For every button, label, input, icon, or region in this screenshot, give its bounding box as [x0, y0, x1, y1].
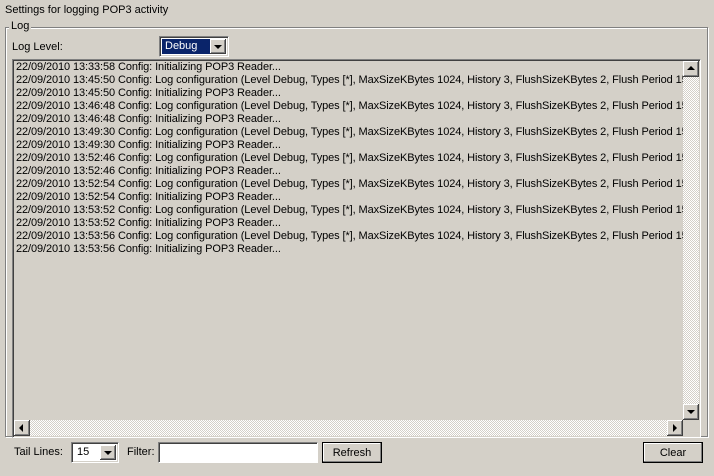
clear-button[interactable]: Clear	[643, 442, 703, 463]
arrow-up-icon	[687, 66, 695, 70]
tail-lines-dropdown[interactable]: 15	[71, 442, 119, 463]
arrow-left-icon	[19, 424, 23, 432]
filter-input[interactable]	[158, 442, 318, 463]
tail-lines-value: 15	[77, 446, 90, 458]
log-line: 22/09/2010 13:53:52 Config: Log configur…	[16, 204, 683, 216]
log-line: 22/09/2010 13:53:56 Config: Initializing…	[16, 243, 281, 255]
horizontal-scrollbar[interactable]	[14, 420, 683, 436]
log-lines: 22/09/2010 13:33:58 Config: Initializing…	[16, 61, 683, 256]
log-level-value: Debug	[162, 39, 210, 54]
tail-lines-dropdown-button[interactable]	[100, 445, 116, 460]
log-line: 22/09/2010 13:33:58 Config: Initializing…	[16, 61, 281, 73]
log-group-legend: Log	[9, 20, 32, 32]
log-line: 22/09/2010 13:52:54 Config: Initializing…	[16, 191, 281, 203]
log-level-dropdown-button[interactable]	[210, 39, 226, 54]
scroll-up-button[interactable]	[683, 61, 699, 77]
log-line: 22/09/2010 13:53:56 Config: Log configur…	[16, 230, 683, 242]
vertical-scrollbar[interactable]	[683, 61, 699, 420]
chevron-down-icon	[214, 45, 222, 49]
log-level-label: Log Level:	[12, 41, 63, 53]
log-line: 22/09/2010 13:52:46 Config: Log configur…	[16, 152, 683, 164]
scrollbar-corner	[683, 420, 699, 436]
scroll-left-button[interactable]	[14, 420, 30, 436]
scroll-right-button[interactable]	[667, 420, 683, 436]
chevron-down-icon	[104, 451, 112, 455]
log-line: 22/09/2010 13:45:50 Config: Log configur…	[16, 74, 683, 86]
arrow-right-icon	[673, 424, 677, 432]
log-line: 22/09/2010 13:52:46 Config: Initializing…	[16, 165, 281, 177]
refresh-button[interactable]: Refresh	[322, 442, 382, 463]
filter-label: Filter:	[127, 446, 155, 458]
log-line: 22/09/2010 13:49:30 Config: Initializing…	[16, 139, 281, 151]
log-level-dropdown[interactable]: Debug	[159, 36, 229, 57]
scroll-down-button[interactable]	[683, 404, 699, 420]
log-line: 22/09/2010 13:53:52 Config: Initializing…	[16, 217, 281, 229]
pop3-logging-settings: Settings for logging POP3 activity Log L…	[0, 0, 714, 476]
log-line: 22/09/2010 13:52:54 Config: Log configur…	[16, 178, 683, 190]
arrow-down-icon	[687, 410, 695, 414]
log-line: 22/09/2010 13:49:30 Config: Log configur…	[16, 126, 683, 138]
log-line: 22/09/2010 13:46:48 Config: Initializing…	[16, 113, 281, 125]
log-output[interactable]: 22/09/2010 13:33:58 Config: Initializing…	[12, 59, 701, 438]
page-title: Settings for logging POP3 activity	[5, 4, 169, 16]
tail-lines-label: Tail Lines:	[14, 446, 63, 458]
log-line: 22/09/2010 13:46:48 Config: Log configur…	[16, 100, 683, 112]
log-line: 22/09/2010 13:45:50 Config: Initializing…	[16, 87, 281, 99]
